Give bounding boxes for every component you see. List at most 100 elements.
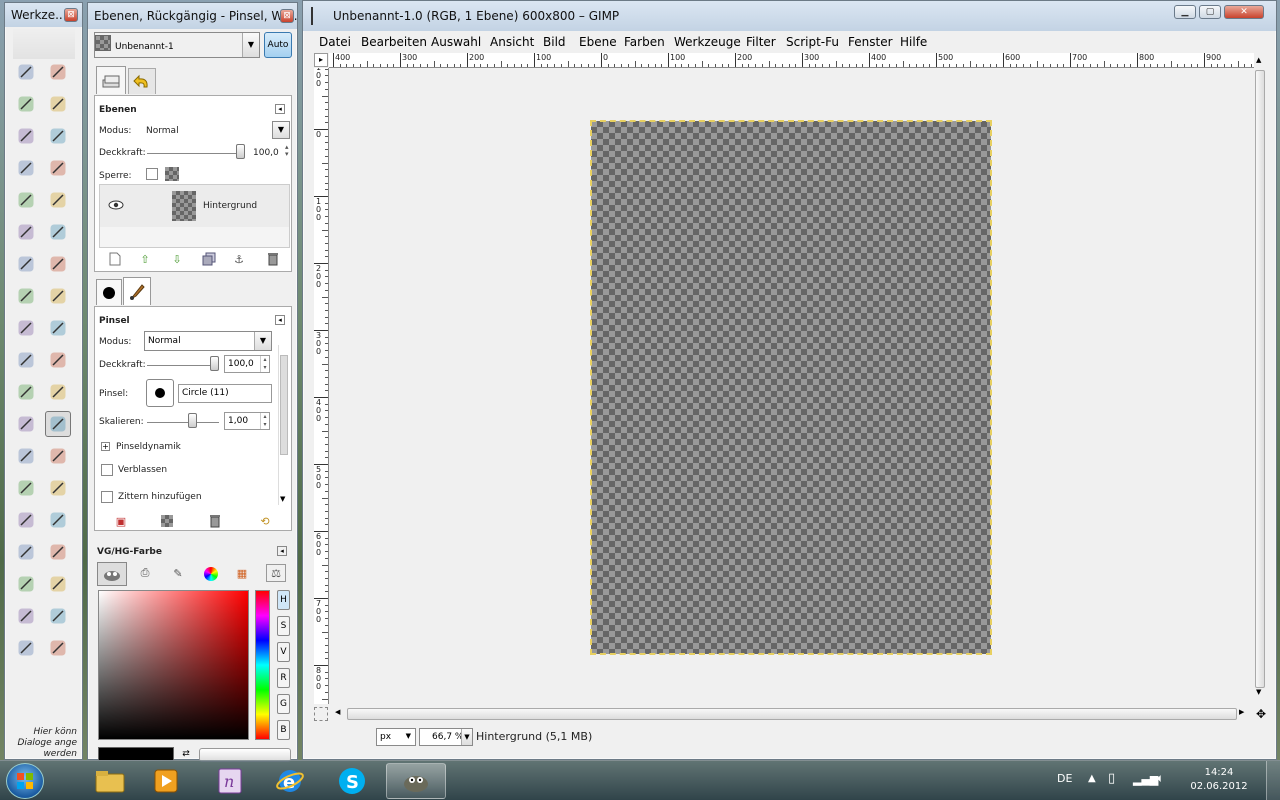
show-desktop-button[interactable] [1266,761,1280,800]
tab-layers[interactable] [96,66,126,94]
menu-auswahl[interactable]: Auswahl [431,35,481,49]
horizontal-scrollbar[interactable]: ◀ ▶ [333,707,1252,721]
scrollbar-thumb[interactable] [280,355,288,455]
anchor-layer-icon[interactable]: ⚓ [229,250,249,268]
menu-fenster[interactable]: Fenster [848,35,893,49]
minimize-button[interactable]: ▁ [1174,5,1196,19]
lower-layer-icon[interactable]: ⇩ [167,250,187,268]
fg-color-swatch[interactable] [98,747,174,761]
volume-icon[interactable]: 🔈︎ [1157,771,1164,786]
layers-opacity-knob[interactable] [236,144,245,159]
menu-ansicht[interactable]: Ansicht [490,35,534,49]
menu-werkzeuge[interactable]: Werkzeuge [674,35,741,49]
channel-button-g[interactable]: G [277,694,290,714]
colors-collapse-icon[interactable]: ◂ [277,546,287,556]
layer-name[interactable]: Hintergrund [203,201,257,211]
rect-select-tool[interactable] [13,59,39,85]
taskbar-explorer[interactable] [80,763,140,799]
blur-tool[interactable] [13,539,39,565]
jitter-label[interactable]: Zittern hinzufügen [118,492,202,502]
menu-farben[interactable]: Farben [624,35,665,49]
tab-brushes[interactable] [96,279,122,305]
color-levels-tool[interactable] [13,603,39,629]
brush-scale-spin[interactable]: 1,00 ▴ ▾ [224,412,270,430]
color-tab-gimp[interactable] [97,562,127,586]
align-tool[interactable] [13,251,39,277]
palette-icon[interactable]: ▦ [232,564,252,582]
pencil-tool[interactable] [13,411,39,437]
raise-layer-icon[interactable]: ⇧ [135,250,155,268]
ellipse-select-tool[interactable] [45,59,71,85]
tray-expand-icon[interactable]: ▲ [1088,773,1096,784]
rotate-tool[interactable] [13,283,39,309]
scroll-down-icon[interactable]: ▼ [280,495,285,503]
close-button[interactable]: ✕ [1224,5,1264,19]
smudge-tool[interactable] [45,539,71,565]
taskbar-skype[interactable]: S [322,763,382,799]
toolbox-close-button[interactable]: ⊠ [64,8,78,22]
lock-alpha-icon[interactable] [165,167,179,181]
zoom-select[interactable]: 66,7 % ▼ [419,728,473,746]
maximize-button[interactable]: ▢ [1199,5,1221,19]
scales-icon[interactable]: ⚖ [266,564,286,582]
layers-mode-dropdown[interactable]: ▼ [272,121,290,139]
foreground-select-tool[interactable] [13,155,39,181]
tab-undo[interactable] [128,68,156,94]
h-scroll-thumb[interactable] [347,708,1237,720]
start-button[interactable] [6,763,44,799]
dynamics-expander-icon[interactable]: + [101,442,110,451]
channel-button-s[interactable]: S [277,616,290,636]
menu-filter[interactable]: Filter [746,35,776,49]
bucket-fill-tool[interactable] [13,379,39,405]
layers-opacity-slider[interactable] [147,153,243,154]
layers-opacity-value[interactable]: 100,0 [253,148,279,158]
restore-options-icon[interactable] [161,515,173,527]
heal-tool[interactable] [13,507,39,533]
paintbrush-tool[interactable] [45,411,71,437]
horizontal-ruler[interactable]: 400 300 200 100 0 100 200 300 400 500 600 700 800 900 [329,53,1254,68]
delete-options-icon[interactable] [205,512,225,530]
fade-checkbox[interactable] [101,464,113,476]
perspective-clone-tool[interactable] [45,507,71,533]
menu-hilfe[interactable]: Hilfe [900,35,927,49]
menu-datei[interactable]: Datei [319,35,351,49]
delete-layer-icon[interactable] [263,250,283,268]
brush-scale-knob[interactable] [188,413,197,428]
navigate-icon[interactable]: ✥ [1254,707,1268,721]
color-wheel-icon[interactable] [204,567,218,581]
scroll-up-icon[interactable]: ▲ [1256,56,1261,64]
taskbar-media-player[interactable] [136,763,196,799]
brush-options-scrollbar[interactable]: ▼ [278,345,288,505]
vertical-ruler[interactable]: 100 0 100 200 300 400 500 600 700 800 [314,68,329,704]
vertical-scrollbar[interactable]: ▲ ▼ [1254,56,1266,706]
move-tool[interactable] [45,219,71,245]
taskbar-internet-explorer[interactable]: e [260,763,320,799]
layers-collapse-icon[interactable]: ◂ [275,104,285,114]
perspective-tool[interactable] [45,315,71,341]
scroll-right-icon[interactable]: ▶ [1239,708,1244,716]
color-curves-tool[interactable] [45,603,71,629]
blend-tool[interactable] [45,379,71,405]
menu-ebene[interactable]: Ebene [579,35,617,49]
color-select-tool[interactable] [13,123,39,149]
brush-collapse-icon[interactable]: ◂ [275,315,285,325]
image-canvas[interactable] [590,120,992,655]
crop-tool[interactable] [45,251,71,277]
scissors-select-tool[interactable] [45,123,71,149]
units-select[interactable]: px ▼ [376,728,416,746]
brush-preview-button[interactable] [146,379,174,407]
text-tool[interactable] [45,347,71,373]
eraser-tool[interactable] [13,443,39,469]
fg-bg-colors-tool[interactable] [45,571,71,597]
brush-opacity-knob[interactable] [210,356,219,371]
ruler-origin[interactable]: ▸ [314,53,328,67]
flip-tool[interactable] [13,347,39,373]
shear-tool[interactable] [13,315,39,341]
layers-mode-value[interactable]: Normal [146,126,179,136]
jitter-checkbox[interactable] [101,491,113,503]
scroll-down-icon[interactable]: ▼ [1256,688,1261,696]
airbrush-tool[interactable] [45,443,71,469]
save-options-icon[interactable]: ▣ [111,512,131,530]
watercolor-icon[interactable]: ✎ [168,564,188,582]
fuzzy-select-tool[interactable] [45,91,71,117]
